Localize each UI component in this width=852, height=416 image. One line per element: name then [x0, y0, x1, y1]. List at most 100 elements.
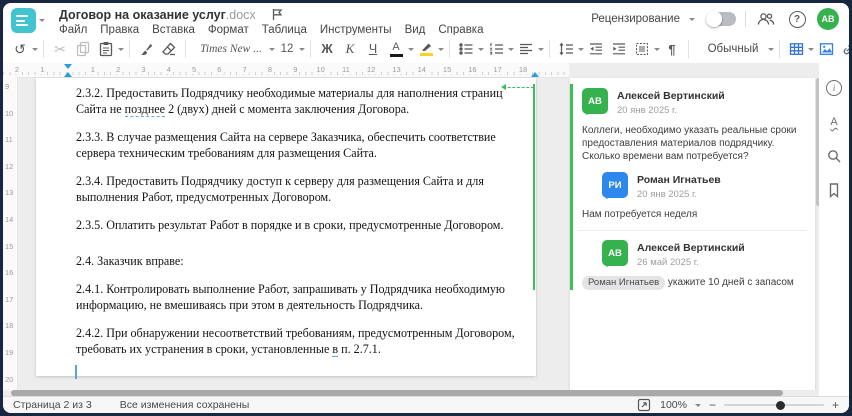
- paragraph-2-3-5[interactable]: 2.3.5. Оплатить результат Работ в порядк…: [76, 217, 528, 233]
- paragraph-settings-caret-icon[interactable]: [654, 47, 660, 54]
- vertical-ruler[interactable]: 9 10 11 12 13 14 15 16 17 18 19 20: [3, 77, 18, 390]
- paste-button[interactable]: [95, 38, 117, 60]
- line-spacing-button[interactable]: [555, 38, 577, 60]
- app-logo-button[interactable]: [11, 8, 36, 33]
- bookmark-icon[interactable]: [823, 179, 845, 201]
- toolbar-separator: [449, 40, 450, 58]
- comment-thread-root[interactable]: АВ Алексей Вертинский 20 янв 2025 г. Кол…: [582, 88, 803, 163]
- align-caret-icon[interactable]: [538, 47, 544, 54]
- font-color-caret-icon[interactable]: [408, 47, 414, 54]
- zoom-out-button[interactable]: −: [709, 399, 716, 411]
- fit-width-icon[interactable]: [636, 397, 652, 413]
- right-indent-marker[interactable]: [531, 68, 539, 77]
- comments-panel[interactable]: АВ Алексей Вертинский 20 янв 2025 г. Кол…: [570, 78, 815, 390]
- paste-caret-icon[interactable]: [118, 47, 124, 54]
- paragraph-2-4-2[interactable]: 2.4.2. При обнаружении несоответствий тр…: [76, 325, 528, 357]
- highlight-caret-icon[interactable]: [438, 47, 444, 54]
- ruler-number: 1: [38, 65, 47, 74]
- toolbar-separator: [779, 40, 780, 58]
- paragraph-2-3-3[interactable]: 2.3.3. В случае размещения Сайта на серв…: [76, 129, 528, 161]
- ruler-number: 14: [415, 65, 428, 74]
- collaboration-users-icon[interactable]: [755, 8, 777, 30]
- copy-button[interactable]: [72, 38, 94, 60]
- increase-indent-button[interactable]: [608, 38, 630, 60]
- font-size-caret-icon[interactable]: [299, 47, 305, 54]
- zoom-slider-knob[interactable]: [775, 400, 785, 410]
- ruler-number: 13: [5, 188, 14, 198]
- zoom-value[interactable]: 100%: [660, 399, 687, 411]
- paragraph-settings-button[interactable]: [631, 38, 653, 60]
- help-button[interactable]: ?: [786, 8, 808, 30]
- comment-divider: [578, 230, 807, 231]
- zoom-in-button[interactable]: +: [832, 399, 839, 411]
- font-name-caret-icon[interactable]: [269, 47, 275, 54]
- user-avatar[interactable]: АВ: [817, 8, 839, 30]
- format-painter-button[interactable]: [135, 38, 157, 60]
- comment-avatar: АВ: [582, 88, 608, 115]
- search-icon[interactable]: [823, 145, 845, 167]
- font-size-select[interactable]: 12: [276, 38, 298, 60]
- paragraph-2-3-4[interactable]: 2.3.4. Предоставить Подрядчику доступ к …: [76, 173, 528, 205]
- horizontal-ruler[interactable]: 2 1 1 2 3 4 5 6 7 8 9 10 11 12 13 14 15 16 17 18: [3, 63, 569, 78]
- review-mode-label[interactable]: Рецензирование: [591, 13, 680, 25]
- spellcheck-icon[interactable]: А: [823, 111, 845, 133]
- ruler-number: 3: [139, 65, 148, 74]
- comment-anchor-text[interactable]: позднее: [124, 102, 166, 117]
- paragraph-2-4[interactable]: 2.4. Заказчик вправе:: [76, 253, 528, 269]
- comment-text: Нам потребуется неделя: [582, 209, 698, 220]
- comment-reply[interactable]: АВ Алексей Вертинский 26 май 2025 г. Ром…: [582, 240, 803, 290]
- underline-button[interactable]: Ч: [362, 38, 384, 60]
- mention-chip[interactable]: Роман Игнатьев: [582, 276, 666, 290]
- comment-author: Алексей Вертинский: [617, 90, 725, 102]
- document-page[interactable]: 2.3.2. Предоставить Подрядчику необходим…: [36, 78, 536, 379]
- document-text[interactable]: 2.3.2. Предоставить Подрядчику необходим…: [75, 85, 528, 379]
- review-caret-icon[interactable]: [689, 17, 695, 24]
- font-name-select[interactable]: Times New ...: [191, 38, 268, 60]
- ruler-number: 10: [314, 65, 327, 74]
- ruler-number: 5: [190, 65, 199, 74]
- comment-reply[interactable]: РИ Роман Игнатьев 20 янв 2025 г. Нам пот…: [582, 172, 803, 221]
- undo-button[interactable]: ↺: [9, 38, 31, 60]
- numbered-list-caret-icon[interactable]: [508, 47, 514, 54]
- zoom-slider[interactable]: [723, 400, 824, 410]
- undo-caret-icon[interactable]: [32, 47, 38, 54]
- nonprinting-chars-button[interactable]: ¶: [661, 38, 683, 60]
- bold-button[interactable]: Ж: [316, 38, 338, 60]
- clear-style-eraser-button[interactable]: [158, 38, 180, 60]
- page-indicator[interactable]: Страница 2 из 3: [13, 399, 92, 411]
- text-cursor: [75, 365, 77, 379]
- highlight-color-button[interactable]: [415, 38, 437, 60]
- numbered-list-button[interactable]: [485, 38, 507, 60]
- insert-link-button[interactable]: [838, 38, 849, 60]
- paragraph-2-3-2[interactable]: 2.3.2. Предоставить Подрядчику необходим…: [76, 85, 528, 117]
- about-info-icon[interactable]: i: [823, 77, 845, 99]
- insert-image-button[interactable]: [815, 38, 837, 60]
- ruler-number: 11: [339, 65, 352, 74]
- insert-table-button[interactable]: [785, 38, 807, 60]
- bullet-list-caret-icon[interactable]: [478, 47, 484, 54]
- ruler-number: 15: [440, 65, 454, 74]
- comment-date: 20 янв 2025 г.: [637, 189, 698, 200]
- decrease-indent-button[interactable]: [585, 38, 607, 60]
- comment-avatar: РИ: [602, 172, 628, 199]
- left-indent-marker[interactable]: [64, 68, 72, 77]
- comment-date: 26 май 2025 г.: [637, 257, 699, 268]
- logo-caret-icon[interactable]: [39, 19, 45, 25]
- zoom-caret-icon[interactable]: [694, 403, 701, 410]
- font-color-button[interactable]: А: [385, 38, 407, 60]
- paragraph-2-4-1[interactable]: 2.4.1. Контролировать выполнение Работ, …: [76, 281, 528, 313]
- cut-button[interactable]: ✂: [49, 38, 71, 60]
- ruler-number: 14: [5, 215, 14, 224]
- line-spacing-caret-icon[interactable]: [578, 47, 584, 54]
- align-left-button[interactable]: [515, 38, 537, 60]
- style-caret-icon[interactable]: [768, 47, 774, 54]
- table-caret-icon[interactable]: [808, 47, 814, 54]
- ruler-number: 18: [516, 65, 530, 74]
- review-toggle[interactable]: [706, 11, 736, 27]
- toolbar-separator: [549, 40, 550, 58]
- paragraph-style-select[interactable]: Обычный: [694, 38, 767, 60]
- favorite-flag-icon[interactable]: [271, 8, 283, 24]
- italic-button[interactable]: К: [339, 38, 361, 60]
- ruler-number: 11: [5, 135, 13, 145]
- bullet-list-button[interactable]: [455, 38, 477, 60]
